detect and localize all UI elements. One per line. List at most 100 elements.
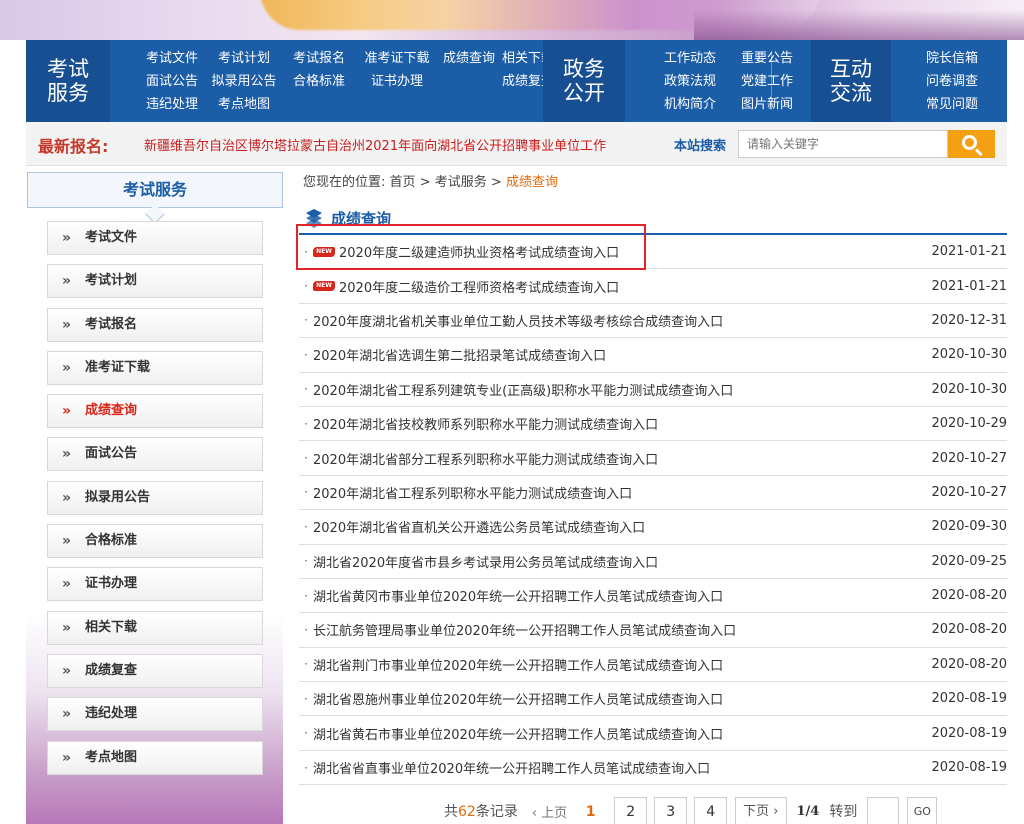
- page-number-button[interactable]: 1: [574, 797, 608, 824]
- list-item-title[interactable]: 湖北省荆门市事业单位2020年统一公开招聘工作人员笔试成绩查询入口: [313, 655, 917, 674]
- list-item-title[interactable]: 2020年湖北省省直机关公开遴选公务员笔试成绩查询入口: [313, 517, 917, 536]
- list-item[interactable]: · NEW 2020年度二级造价工程师资格考试成绩查询入口 2021-01-21: [299, 269, 1007, 304]
- bullet-icon: ·: [304, 313, 308, 328]
- list-item-title[interactable]: 长江航务管理局事业单位2020年统一公开招聘工作人员笔试成绩查询入口: [313, 620, 917, 639]
- list-item-title[interactable]: 2020年度二级造价工程师资格考试成绩查询入口: [339, 277, 917, 296]
- nav-group-exam-services: 考试服务: [26, 40, 110, 122]
- nav-link[interactable]: 合格标准: [280, 72, 358, 92]
- list-item-date: 2020-08-19: [931, 691, 1007, 707]
- bullet-icon: ·: [304, 760, 308, 775]
- list-item[interactable]: · 长江航务管理局事业单位2020年统一公开招聘工作人员笔试成绩查询入口 2020-…: [299, 613, 1007, 648]
- double-chevron-right-icon: »: [62, 230, 72, 246]
- list-item-title[interactable]: 2020年湖北省部分工程系列职称水平能力测试成绩查询入口: [313, 449, 917, 468]
- nav-link[interactable]: 证书办理: [358, 72, 436, 92]
- sidebar-item[interactable]: » 成绩复查: [47, 653, 263, 688]
- sidebar-item[interactable]: » 考试报名: [47, 307, 263, 342]
- list-item[interactable]: · 2020年度湖北省机关事业单位工勤人员技术等级考核综合成绩查询入口 2020-1…: [299, 304, 1007, 339]
- list-item-date: 2020-08-19: [931, 725, 1007, 741]
- latest-registration-link[interactable]: 新疆维吾尔自治区博尔塔拉蒙古自治州2021年面向湖北省公开招聘事业单位工作: [144, 135, 634, 154]
- list-item-title[interactable]: 2020年湖北省选调生第二批招录笔试成绩查询入口: [313, 345, 917, 364]
- nav-links-government-affairs: 工作动态 重要公告 政策法规 党建工作 机构简介 图片新闻: [652, 49, 806, 115]
- list-item[interactable]: · 湖北省2020年度省市县乡考试录用公务员笔试成绩查询入口 2020-09-25: [299, 545, 1007, 579]
- double-chevron-right-icon: »: [62, 489, 72, 506]
- nav-link[interactable]: 院长信箱: [918, 49, 986, 69]
- sidebar-item-label: 面试公告: [85, 446, 138, 462]
- nav-link[interactable]: 图片新闻: [728, 95, 806, 115]
- notice-bar: 最新报名: 新疆维吾尔自治区博尔塔拉蒙古自治州2021年面向湖北省公开招聘事业单…: [26, 122, 1007, 166]
- sidebar-item-label: 拟录用公告: [85, 489, 151, 505]
- list-item-title[interactable]: 湖北省2020年度省市县乡考试录用公务员笔试成绩查询入口: [313, 552, 917, 571]
- sidebar-item[interactable]: » 拟录用公告: [47, 480, 263, 515]
- list-item-title[interactable]: 2020年湖北省工程系列职称水平能力测试成绩查询入口: [313, 483, 917, 502]
- nav-link[interactable]: 成绩查询: [436, 49, 502, 69]
- go-button[interactable]: GO: [907, 797, 938, 824]
- nav-link[interactable]: 党建工作: [728, 72, 806, 92]
- nav-link[interactable]: 考点地图: [208, 95, 280, 115]
- list-item-title[interactable]: 2020年湖北省工程系列建筑专业(正高级)职称水平能力测试成绩查询入口: [313, 380, 917, 399]
- nav-link[interactable]: 准考证下载: [358, 49, 436, 69]
- search-button[interactable]: [948, 130, 995, 158]
- breadcrumb-section[interactable]: 考试服务: [435, 175, 487, 190]
- nav-link[interactable]: 考试报名: [280, 49, 358, 69]
- sidebar-item[interactable]: » 违纪处理: [47, 697, 263, 732]
- layers-icon: [303, 208, 325, 228]
- page-number-button[interactable]: 3: [654, 797, 688, 824]
- sidebar-item[interactable]: » 证书办理: [47, 567, 263, 602]
- list-item-date: 2020-09-30: [931, 519, 1007, 535]
- list-item[interactable]: · 湖北省黄冈市事业单位2020年统一公开招聘工作人员笔试成绩查询入口 2020-0…: [299, 579, 1007, 614]
- list-item[interactable]: · 2020年湖北省工程系列职称水平能力测试成绩查询入口 2020-10-27: [299, 476, 1007, 511]
- sidebar-item[interactable]: » 成绩查询: [47, 394, 263, 429]
- page-number-button[interactable]: 2: [614, 797, 648, 824]
- list-item[interactable]: · 湖北省恩施州事业单位2020年统一公开招聘工作人员笔试成绩查询入口 2020-0…: [299, 682, 1007, 717]
- nav-link[interactable]: 面试公告: [136, 72, 208, 92]
- nav-link[interactable]: 问卷调查: [918, 72, 986, 92]
- list-item-title[interactable]: 湖北省恩施州事业单位2020年统一公开招聘工作人员笔试成绩查询入口: [313, 689, 917, 708]
- sidebar-item[interactable]: » 面试公告: [47, 437, 263, 472]
- list-item[interactable]: · 湖北省省直事业单位2020年统一公开招聘工作人员笔试成绩查询入口 2020-08…: [299, 751, 1007, 786]
- nav-link[interactable]: 工作动态: [652, 49, 728, 69]
- page-number-button[interactable]: 4: [694, 797, 728, 824]
- list-item[interactable]: · 2020年湖北省技校教师系列职称水平能力测试成绩查询入口 2020-10-29: [299, 407, 1007, 442]
- list-item[interactable]: · 2020年湖北省部分工程系列职称水平能力测试成绩查询入口 2020-10-27: [299, 441, 1007, 476]
- nav-link[interactable]: 拟录用公告: [208, 72, 280, 92]
- list-item-title[interactable]: 湖北省黄冈市事业单位2020年统一公开招聘工作人员笔试成绩查询入口: [313, 586, 917, 605]
- next-page-button[interactable]: 下页 ›: [735, 797, 787, 824]
- list-item[interactable]: · 2020年湖北省工程系列建筑专业(正高级)职称水平能力测试成绩查询入口 2020…: [299, 373, 1007, 407]
- double-chevron-right-icon: »: [62, 662, 72, 679]
- list-item[interactable]: · 2020年湖北省选调生第二批招录笔试成绩查询入口 2020-10-30: [299, 338, 1007, 373]
- site-search-label: 本站搜索: [674, 139, 727, 154]
- sidebar-item[interactable]: » 准考证下载: [47, 350, 263, 385]
- double-chevron-right-icon: »: [62, 403, 72, 420]
- list-item-title[interactable]: 湖北省省直事业单位2020年统一公开招聘工作人员笔试成绩查询入口: [313, 758, 917, 777]
- goto-page-input[interactable]: [867, 797, 900, 824]
- nav-link[interactable]: 机构简介: [652, 95, 728, 115]
- nav-link[interactable]: 违纪处理: [136, 95, 208, 115]
- list-item[interactable]: · 2020年湖北省省直机关公开遴选公务员笔试成绩查询入口 2020-09-30: [299, 510, 1007, 545]
- list-item-date: 2021-01-21: [931, 278, 1007, 294]
- list-item[interactable]: · 湖北省荆门市事业单位2020年统一公开招聘工作人员笔试成绩查询入口 2020-0…: [299, 648, 1007, 683]
- results-list: · NEW 2020年度二级建造师执业资格考试成绩查询入口 2021-01-21 · NE…: [299, 235, 1007, 786]
- nav-link[interactable]: 考试文件: [136, 49, 208, 69]
- nav-link[interactable]: 政策法规: [652, 72, 728, 92]
- search-input[interactable]: [738, 130, 948, 158]
- sidebar-item[interactable]: » 考点地图: [47, 740, 263, 775]
- list-item-date: 2020-10-30: [931, 347, 1007, 363]
- nav-link[interactable]: 考试计划: [208, 49, 280, 69]
- list-item-title[interactable]: 湖北省黄石市事业单位2020年统一公开招聘工作人员笔试成绩查询入口: [313, 724, 917, 743]
- sidebar-title: 考试服务: [27, 172, 283, 224]
- list-item-date: 2020-08-19: [931, 760, 1007, 776]
- breadcrumb-home[interactable]: 首页: [390, 175, 416, 190]
- list-item-title[interactable]: 2020年湖北省技校教师系列职称水平能力测试成绩查询入口: [313, 414, 917, 433]
- list-item-title[interactable]: 2020年度湖北省机关事业单位工勤人员技术等级考核综合成绩查询入口: [313, 311, 917, 330]
- list-item[interactable]: · NEW 2020年度二级建造师执业资格考试成绩查询入口 2021-01-21: [299, 235, 1007, 270]
- nav-link[interactable]: 常见问题: [918, 95, 986, 115]
- list-item[interactable]: · 湖北省黄石市事业单位2020年统一公开招聘工作人员笔试成绩查询入口 2020-0…: [299, 716, 1007, 751]
- sidebar-item-label: 准考证下载: [85, 359, 151, 375]
- prev-page-button[interactable]: ‹ 上页: [532, 802, 567, 821]
- sidebar-item[interactable]: » 考试文件: [47, 221, 263, 255]
- sidebar-item[interactable]: » 合格标准: [47, 524, 263, 559]
- nav-link[interactable]: 重要公告: [728, 49, 806, 69]
- sidebar-item[interactable]: » 相关下载: [47, 610, 263, 645]
- sidebar-item[interactable]: » 考试计划: [47, 264, 263, 299]
- list-item-title[interactable]: 2020年度二级建造师执业资格考试成绩查询入口: [339, 242, 917, 261]
